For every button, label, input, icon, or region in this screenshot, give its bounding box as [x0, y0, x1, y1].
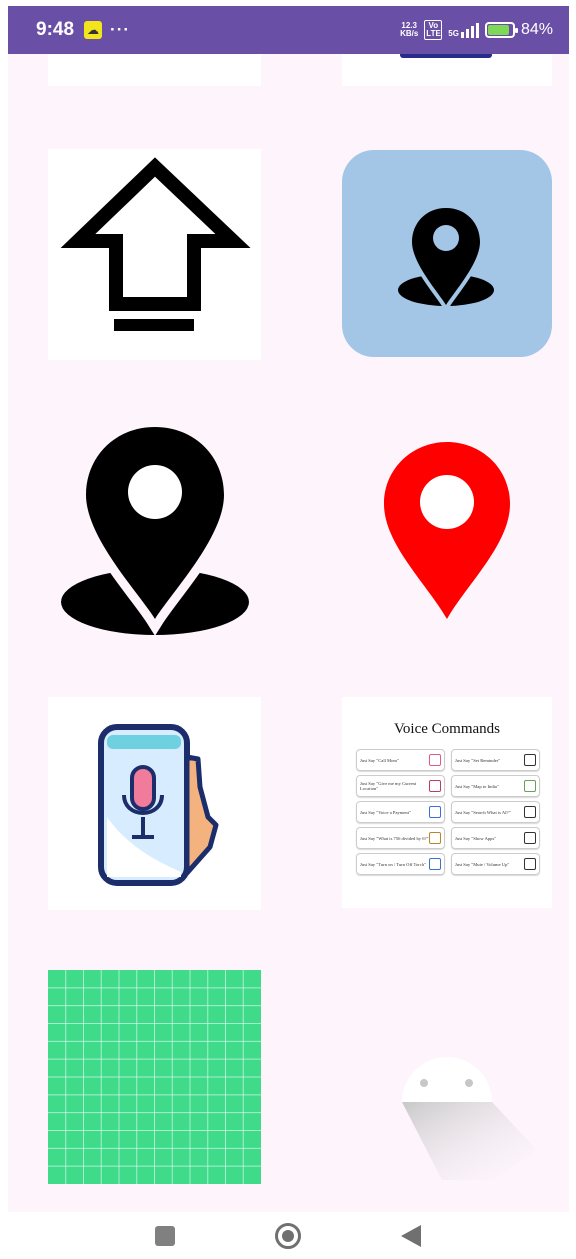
- voice-command-card: Just Say "Give me my Current Location": [356, 775, 445, 797]
- phone-icon: [429, 754, 441, 766]
- upload-arrow-image[interactable]: [48, 149, 261, 360]
- search-icon: [524, 806, 536, 818]
- calculator-icon: [429, 832, 441, 844]
- network-speed: 12.3 KB/s: [400, 21, 419, 38]
- voice-commands-list: Just Say "Call Mom" Just Say "Set Reminde…: [356, 749, 540, 875]
- voice-command-text: Just Say "What is 756 divided by 6?": [360, 835, 429, 841]
- system-navigation-bar: [0, 1212, 576, 1259]
- gallery-tile-partial-right[interactable]: [342, 54, 552, 86]
- voice-command-text: Just Say "Map to India": [455, 783, 499, 789]
- battery-percent: 84%: [520, 21, 553, 38]
- torch-icon: [429, 858, 441, 870]
- voice-command-text: Just Say "Give me my Current Location": [360, 781, 417, 791]
- voice-command-text: Just Say "Set Reminder": [455, 757, 501, 763]
- voice-command-card: Just Say "Turn on / Turn Off Torch": [356, 853, 445, 875]
- compass-icon: [524, 858, 536, 870]
- voice-commands-image[interactable]: Voice Commands Just Say "Call Mom" Just S…: [342, 697, 552, 908]
- apps-icon: [524, 832, 536, 844]
- bell-icon: [524, 754, 536, 766]
- location-pin-red-image[interactable]: [342, 434, 552, 624]
- volte-icon: Vo LTE: [424, 20, 443, 40]
- location-pin-blue-image[interactable]: [342, 150, 552, 357]
- snapchat-icon: ☁: [84, 21, 103, 39]
- home-button[interactable]: [275, 1222, 301, 1249]
- voice-command-card: Just Say "Map to India": [451, 775, 540, 797]
- voice-command-text: Just Say "Turn on / Turn Off Torch": [360, 861, 427, 867]
- voice-command-card: Just Say "Show Apps": [451, 827, 540, 849]
- image-gallery: Voice Commands Just Say "Call Mom" Just S…: [8, 54, 569, 1212]
- more-notifications-icon: ···: [110, 20, 131, 39]
- signal-icon: 5G: [448, 22, 479, 38]
- voice-command-card: Just Say "Mute / Volume Up": [451, 853, 540, 875]
- status-time: 9:48: [36, 19, 75, 40]
- voice-command-text: Just Say "Call Mom": [360, 757, 399, 763]
- voice-command-card: Just Say "Call Mom": [356, 749, 445, 771]
- voice-command-text: Just Say "Show Apps": [455, 835, 497, 841]
- android-logo-image[interactable]: [342, 1050, 552, 1180]
- map-pin-icon: [429, 780, 441, 792]
- back-button[interactable]: [401, 1224, 421, 1247]
- map-icon: [524, 780, 536, 792]
- battery-icon: [484, 22, 518, 38]
- voice-command-text: Just Say "Search What is AI?": [455, 809, 511, 815]
- payment-icon: [429, 806, 441, 818]
- voice-command-card: Just Say "What is 756 divided by 6?": [356, 827, 445, 849]
- voice-command-card: Just Say "Set Reminder": [451, 749, 540, 771]
- location-pin-black-image[interactable]: [48, 417, 261, 637]
- voice-assistant-phone-image[interactable]: [48, 697, 261, 910]
- gallery-tile-partial-left[interactable]: [48, 54, 261, 86]
- status-indicators: 12.3 KB/s Vo LTE 5G 84%: [400, 20, 553, 40]
- green-grid-image[interactable]: [48, 970, 261, 1184]
- recent-apps-button[interactable]: [155, 1225, 175, 1246]
- voice-command-text: Just Say "Mute / Volume Up": [455, 861, 510, 867]
- voice-command-card: Just Say "Search What is AI?": [451, 801, 540, 823]
- voice-command-text: Just Say "Voice a Payment": [360, 809, 411, 815]
- voice-command-card: Just Say "Voice a Payment": [356, 801, 445, 823]
- voice-commands-title: Voice Commands: [394, 721, 500, 737]
- status-bar: 9:48 ☁ ··· 12.3 KB/s Vo LTE 5G 84%: [8, 6, 569, 54]
